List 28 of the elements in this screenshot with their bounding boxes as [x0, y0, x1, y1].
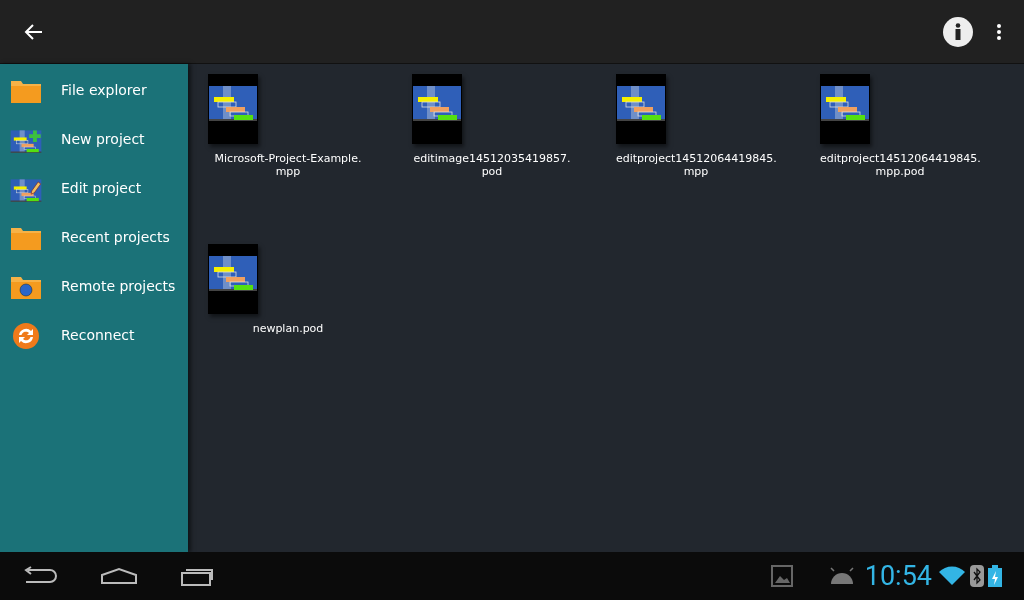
gantt-file-icon [412, 74, 462, 144]
recent-apps-icon[interactable] [180, 566, 216, 586]
drawer-item[interactable]: File explorer [0, 66, 188, 115]
file-item[interactable]: newplan.pod [208, 244, 368, 414]
battery-charging-icon [988, 565, 1002, 587]
overflow-menu-icon[interactable] [996, 22, 1002, 41]
drawer-item[interactable]: Reconnect [0, 311, 188, 360]
gantt-file-icon [616, 74, 666, 144]
home-icon[interactable] [100, 567, 138, 585]
file-item[interactable]: editimage14512035419857. pod [412, 74, 572, 244]
drawer-item[interactable]: Remote projects [0, 262, 188, 311]
image-icon [770, 565, 793, 587]
gantt-file-icon [820, 74, 870, 144]
clock-time: 10:54 [864, 558, 932, 594]
drawer-item[interactable]: Edit project [0, 164, 188, 213]
bluetooth-icon [970, 565, 984, 587]
file-item[interactable]: editproject14512064419845. mpp.pod [820, 74, 980, 244]
file-item[interactable]: editproject14512064419845. mpp [616, 74, 776, 244]
info-icon[interactable] [942, 15, 974, 48]
gantt-file-icon [208, 74, 258, 144]
wifi-icon [938, 566, 966, 586]
file-item[interactable]: Microsoft-Project-Example. mpp [208, 74, 368, 244]
android-icon [828, 567, 855, 585]
drawer-item[interactable]: Recent projects [0, 213, 188, 262]
refresh-icon [11, 321, 40, 350]
back-icon[interactable] [22, 566, 58, 586]
drawer-item[interactable]: New project [0, 115, 188, 164]
gantt-file-icon [208, 244, 258, 314]
